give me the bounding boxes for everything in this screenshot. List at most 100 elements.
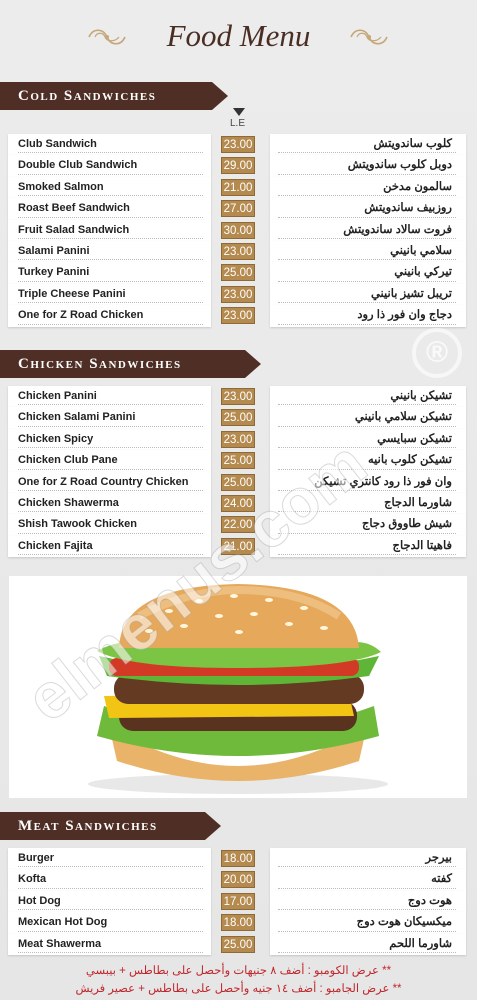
menu-item-row: Kofta 20.00 كفته [8, 869, 466, 891]
item-price: 20.00 [221, 871, 255, 889]
item-price: 25.00 [221, 264, 255, 282]
menu-item-row: Chicken Spicy 23.00 تشيكن سبايسي [8, 428, 466, 451]
arrow-down-icon [233, 108, 245, 116]
item-name-panel-ar: فروت سالاد ساندويتش [270, 219, 466, 241]
item-price: 23.00 [221, 242, 255, 260]
dotted-leader [278, 951, 456, 953]
dotted-leader [18, 447, 203, 449]
dotted-leader [18, 511, 203, 513]
menu-item-row: Smoked Salmon 21.00 سالمون مدخن [8, 176, 466, 199]
menu-item-row: Burger 18.00 بيرجر [8, 848, 466, 870]
item-name-panel-ar: شاورما الدجاج [270, 492, 466, 515]
dotted-leader [278, 909, 456, 911]
item-name-panel-ar: كلوب ساندويتش [270, 134, 466, 156]
item-name-panel-ar: شيش طاووق دجاج [270, 514, 466, 536]
menu-item-row: Salami Panini 23.00 سلامي بانيني [8, 240, 466, 263]
item-price: 23.00 [221, 307, 255, 325]
item-name-panel-ar: تيركي بانيني [270, 262, 466, 284]
dotted-leader [278, 930, 456, 932]
dotted-leader [278, 887, 456, 889]
dotted-leader [278, 425, 456, 427]
jumbo-offer-note: ** عرض الجامبو : أضف ١٤ جنيه وأحصل على ب… [75, 983, 402, 995]
item-name-panel: One for Z Road Chicken [8, 305, 211, 327]
item-name-panel: Turkey Panini [8, 262, 211, 284]
item-price: 21.00 [221, 537, 255, 555]
dotted-leader [278, 280, 456, 282]
menu-item-row: Club Sandwich 23.00 كلوب ساندويتش [8, 134, 466, 156]
item-name-panel: Fruit Salad Sandwich [8, 219, 211, 241]
item-name-panel: Burger [8, 848, 211, 870]
item-price: 25.00 [221, 452, 255, 470]
item-price: 23.00 [221, 136, 255, 153]
item-price: 18.00 [221, 914, 255, 932]
dotted-leader [278, 489, 456, 491]
item-price: 29.00 [221, 157, 255, 175]
dotted-leader [18, 404, 203, 406]
currency-label: L.E [230, 118, 246, 129]
dotted-leader [278, 404, 456, 406]
item-price: 23.00 [221, 285, 255, 303]
item-name-panel-ar: بيرجر [270, 848, 466, 870]
burger-photo [9, 576, 467, 798]
dotted-leader [278, 259, 456, 261]
item-name-panel-ar: هوت دوج [270, 890, 466, 913]
menu-item-row: Chicken Club Pane 25.00 تشيكن كلوب بانيه [8, 450, 466, 472]
item-name-panel-ar: روزبيف ساندويتش [270, 198, 466, 220]
item-name-panel-ar: تشيكن بانيني [270, 386, 466, 408]
dotted-leader [18, 468, 203, 470]
item-name-panel: Triple Cheese Panini [8, 283, 211, 306]
item-name-panel: Mexican Hot Dog [8, 912, 211, 934]
menu-item-row: Turkey Panini 25.00 تيركي بانيني [8, 262, 466, 284]
dotted-leader [18, 173, 203, 175]
section-heading-meat: Meat Sandwiches [0, 812, 221, 840]
combo-offer-note: ** عرض الكومبو : أضف ٨ جنيهات وأحصل على … [85, 965, 392, 977]
item-name-panel: Hot Dog [8, 890, 211, 913]
registered-mark-icon: ® [412, 328, 462, 378]
dotted-leader [18, 425, 203, 427]
item-name-panel: Salami Panini [8, 240, 211, 263]
item-name-panel-ar: ميكسيكان هوت دوج [270, 912, 466, 934]
dotted-leader [278, 532, 456, 534]
menu-item-row: Chicken Panini 23.00 تشيكن بانيني [8, 386, 466, 408]
menu-item-row: Mexican Hot Dog 18.00 ميكسيكان هوت دوج [8, 912, 466, 934]
menu-item-row: Double Club Sandwich 29.00 دوبل كلوب ساندو… [8, 155, 466, 177]
item-price: 23.00 [221, 430, 255, 448]
dotted-leader [278, 554, 456, 556]
dotted-leader [278, 468, 456, 470]
menu-item-row: Hot Dog 17.00 هوت دوج [8, 890, 466, 913]
item-name-panel-ar: سالمون مدخن [270, 176, 466, 199]
cold-sandwiches-list: Club Sandwich 23.00 كلوب ساندويتش Double Cl… [8, 134, 466, 327]
dotted-leader [278, 866, 456, 868]
item-price: 23.00 [221, 388, 255, 405]
menu-item-row: Shish Tawook Chicken 22.00 شيش طاووق دجاج [8, 514, 466, 536]
item-name-panel-ar: وان فور ذا رود كانتري تشيكن [270, 471, 466, 493]
item-price: 21.00 [221, 178, 255, 196]
dotted-leader [18, 280, 203, 282]
ornament-right-icon [350, 29, 388, 45]
item-name-panel: Chicken Spicy [8, 428, 211, 451]
item-name-panel: Meat Shawerma [8, 933, 211, 955]
dotted-leader [278, 447, 456, 449]
item-price: 18.00 [221, 850, 255, 867]
menu-item-row: Chicken Shawerma 24.00 شاورما الدجاج [8, 492, 466, 515]
item-name-panel: Chicken Club Pane [8, 450, 211, 472]
item-name-panel-ar: كفته [270, 869, 466, 891]
item-name-panel: Roast Beef Sandwich [8, 198, 211, 220]
menu-item-row: Chicken Fajita 21.00 فاهيتا الدجاج [8, 535, 466, 558]
dotted-leader [18, 887, 203, 889]
dotted-leader [18, 489, 203, 491]
menu-item-row: One for Z Road Country Chicken 25.00 وان ف… [8, 471, 466, 493]
chicken-sandwiches-list: Chicken Panini 23.00 تشيكن بانيني Chicken S… [8, 386, 466, 558]
section-heading-cold: Cold Sandwiches [0, 82, 228, 110]
item-name-panel: Chicken Fajita [8, 535, 211, 558]
item-name-panel-ar: دوبل كلوب ساندويتش [270, 155, 466, 177]
dotted-leader [18, 554, 203, 556]
item-name-panel: Chicken Shawerma [8, 492, 211, 515]
dotted-leader [278, 195, 456, 197]
menu-item-row: Meat Shawerma 25.00 شاورما اللحم [8, 933, 466, 955]
item-name-panel: Chicken Panini [8, 386, 211, 408]
dotted-leader [18, 909, 203, 911]
dotted-leader [278, 302, 456, 304]
item-name-panel: One for Z Road Country Chicken [8, 471, 211, 493]
item-name-panel: Club Sandwich [8, 134, 211, 156]
